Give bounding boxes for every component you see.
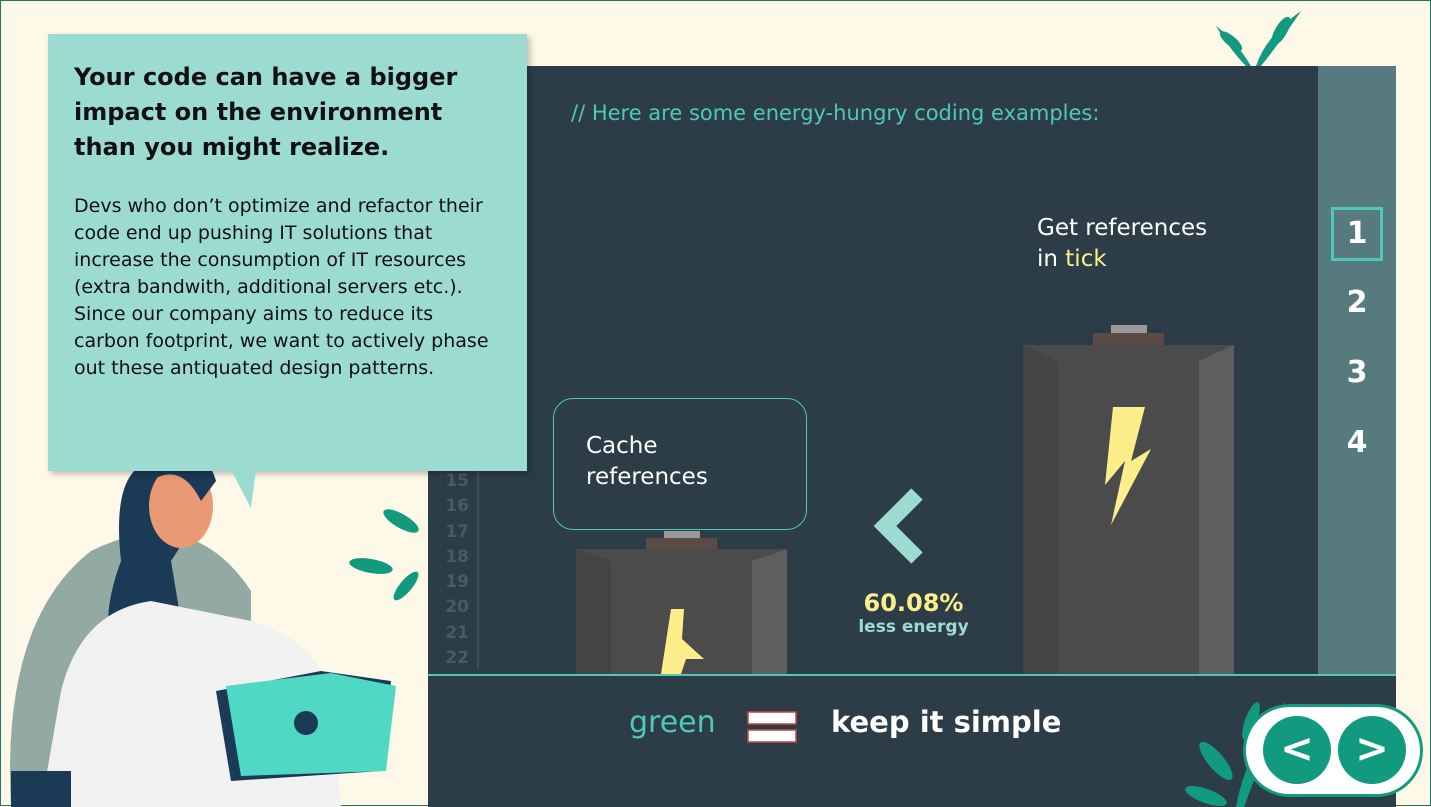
battery-small-icon bbox=[576, 531, 787, 674]
line-number: 15 bbox=[445, 471, 469, 491]
info-callout: Your code can have a bigger impact on th… bbox=[48, 34, 527, 471]
energy-comparison: 60.08% less energy bbox=[841, 589, 986, 637]
callout-title: Your code can have a bigger impact on th… bbox=[74, 63, 458, 161]
side-nav-item-3[interactable]: 3 bbox=[1331, 355, 1383, 390]
callout-body: Devs who don’t optimize and refactor the… bbox=[74, 195, 489, 379]
side-nav-item-1[interactable]: 1 bbox=[1331, 207, 1383, 261]
line-number: 20 bbox=[445, 597, 469, 618]
keep-it-simple-text: keep it simple bbox=[831, 705, 1062, 739]
get-references-label: Get references in tick bbox=[1037, 213, 1207, 275]
line-number: 19 bbox=[445, 572, 469, 593]
label-line: in bbox=[1037, 246, 1066, 272]
line-numbers: 15 16 17 18 19 20 21 22 bbox=[441, 469, 469, 671]
percent-value: 60.08% bbox=[863, 589, 964, 617]
line-number: 17 bbox=[445, 521, 469, 542]
slide-nav: < > bbox=[1243, 704, 1423, 797]
line-number: 18 bbox=[445, 546, 469, 567]
cache-references-label: Cache references bbox=[553, 398, 807, 530]
side-nav-item-2[interactable]: 2 bbox=[1331, 285, 1383, 320]
code-comment: // Here are some energy-hungry coding ex… bbox=[571, 101, 1100, 125]
label-line: Get references bbox=[1037, 215, 1208, 241]
highlight-word: tick bbox=[1065, 246, 1107, 272]
woman-with-tablet-illustration bbox=[10, 445, 419, 807]
line-number: 22 bbox=[445, 648, 469, 669]
green-word: green bbox=[629, 705, 716, 740]
callout-tail bbox=[231, 470, 256, 508]
line-number: 16 bbox=[445, 496, 469, 517]
prev-button[interactable]: < bbox=[1263, 716, 1331, 784]
leaves-decoration bbox=[1216, 11, 1301, 66]
battery-large-icon bbox=[1023, 325, 1234, 674]
percent-label: less energy bbox=[858, 617, 969, 637]
gutter-line bbox=[477, 469, 479, 669]
line-number: 21 bbox=[445, 622, 469, 643]
next-button[interactable]: > bbox=[1338, 716, 1406, 784]
less-than-icon bbox=[873, 488, 923, 564]
side-nav-item-4[interactable]: 4 bbox=[1331, 425, 1383, 460]
equals-icon bbox=[747, 711, 797, 743]
